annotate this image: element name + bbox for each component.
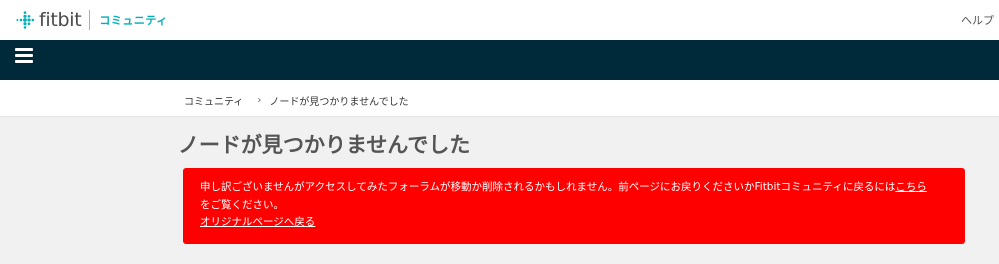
breadcrumb: コミュニティ › ノードが見つかりませんでした (184, 93, 409, 108)
brand-name: fitbit (39, 9, 82, 31)
error-alert: 申し訳ございませんがアクセスしてみたフォーラムが移動か削除されるかもしれません。… (183, 168, 965, 244)
breadcrumb-current: ノードが見つかりませんでした (269, 97, 409, 108)
hamburger-menu-icon[interactable] (15, 48, 33, 64)
alert-message-text: 申し訳ございませんがアクセスしてみたフォーラムが移動か削除されるかもしれません。… (200, 181, 896, 193)
breadcrumb-home-link[interactable]: コミュニティ (184, 93, 243, 108)
alert-here-link[interactable]: こちら (895, 181, 927, 193)
back-to-original-link[interactable]: オリジナルページへ戻る (200, 216, 315, 228)
fitbit-logo[interactable]: fitbit コミュニティ (16, 8, 168, 32)
chevron-right-icon: › (257, 95, 262, 106)
breadcrumb-bar: コミュニティ › ノードが見つかりませんでした (0, 80, 999, 117)
alert-message: 申し訳ございませんがアクセスしてみたフォーラムが移動か削除されるかもしれません。… (200, 179, 965, 197)
logo-divider (89, 10, 91, 30)
help-link[interactable]: ヘルプ (961, 12, 994, 28)
top-header: fitbit コミュニティ ヘルプ (0, 0, 999, 40)
main-navbar (0, 40, 999, 80)
page-title: ノードが見つかりませんでした (178, 133, 471, 157)
fitbit-dots-icon (16, 11, 34, 29)
brand-subtitle: コミュニティ (99, 14, 168, 27)
alert-message-line2: をご覧ください。 (200, 198, 284, 211)
